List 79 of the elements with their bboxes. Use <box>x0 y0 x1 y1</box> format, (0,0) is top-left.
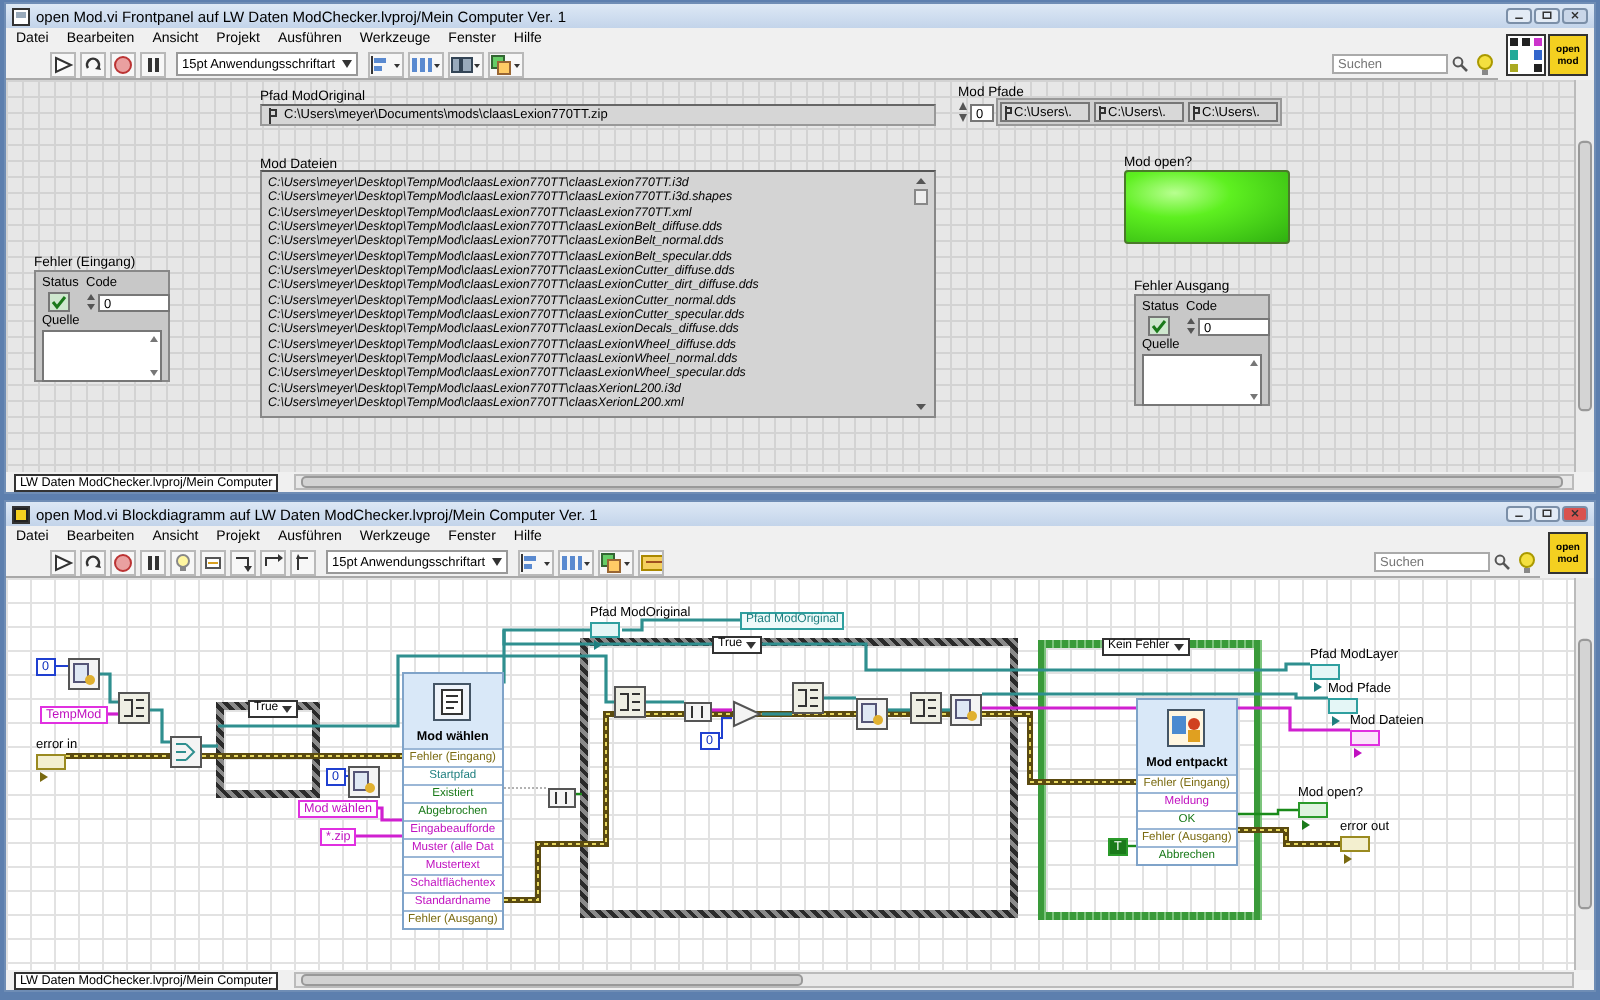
subvi-icon[interactable] <box>792 682 824 714</box>
help-icon[interactable] <box>1476 53 1494 75</box>
maximize-button[interactable] <box>1534 506 1560 522</box>
subvi-icon[interactable] <box>732 698 764 730</box>
connector-pane-icon <box>1506 33 1546 75</box>
caret-icon <box>341 60 352 68</box>
message-dialog-icon <box>1166 707 1207 747</box>
caret-icon <box>1173 642 1184 652</box>
search-icon[interactable] <box>1494 554 1510 570</box>
subvi-icon[interactable] <box>856 698 888 730</box>
scrollbar[interactable] <box>294 972 1574 988</box>
subvi-icon[interactable] <box>118 692 150 724</box>
scrollbar[interactable] <box>1574 578 1594 970</box>
reorder-icon[interactable] <box>597 549 634 575</box>
subvi-icon[interactable] <box>614 686 646 718</box>
wire <box>106 712 118 716</box>
arrow-icon <box>1314 682 1322 692</box>
pause-icon[interactable] <box>140 51 166 77</box>
scrollbar[interactable] <box>914 176 928 412</box>
resize-icon[interactable] <box>447 51 484 77</box>
close-button[interactable] <box>1562 506 1588 522</box>
wire <box>202 744 218 748</box>
subvi-icon[interactable] <box>950 694 982 726</box>
stop-icon[interactable] <box>110 549 136 575</box>
step-out-icon[interactable] <box>290 549 316 575</box>
wire <box>622 618 740 632</box>
folder-dialog-icon <box>432 681 473 721</box>
checkmark-icon <box>48 292 70 312</box>
wire <box>824 696 856 700</box>
source-field[interactable] <box>42 330 162 382</box>
path-icon <box>1098 105 1106 119</box>
wire <box>150 708 170 744</box>
subvi-icon[interactable] <box>548 782 580 814</box>
wire <box>646 700 684 704</box>
probe-icon[interactable] <box>200 549 226 575</box>
caret-icon <box>746 640 757 650</box>
arrow-icon <box>594 640 602 650</box>
caret-icon <box>282 704 293 714</box>
scrollbar[interactable] <box>1248 358 1260 402</box>
app-icon <box>12 7 30 25</box>
arrow-icon <box>1344 854 1352 864</box>
checkmark-icon <box>1148 316 1170 336</box>
path-icon <box>1192 105 1200 119</box>
app-icon <box>12 505 30 523</box>
spinner-icon[interactable] <box>958 100 968 124</box>
scrollbar[interactable] <box>294 474 1574 490</box>
arrow-icon <box>40 772 48 782</box>
subvi-icon[interactable] <box>348 766 380 798</box>
scrollbar[interactable] <box>148 334 160 378</box>
run-arrow-icon[interactable] <box>50 51 76 77</box>
stop-icon[interactable] <box>110 51 136 77</box>
step-over-icon[interactable] <box>260 549 286 575</box>
arrow-icon <box>1332 716 1340 726</box>
subvi-icon[interactable] <box>684 696 716 728</box>
align-icon[interactable] <box>367 51 404 77</box>
wire <box>65 753 171 759</box>
close-button[interactable] <box>1562 8 1588 24</box>
subvi-icon[interactable] <box>910 692 942 724</box>
subvi-icon[interactable] <box>170 736 202 768</box>
wire <box>352 834 402 838</box>
step-into-icon[interactable] <box>230 549 256 575</box>
reorder-icon[interactable] <box>487 51 524 77</box>
scrollbar[interactable] <box>1574 80 1594 472</box>
source-field[interactable] <box>1142 354 1262 406</box>
search-icon[interactable] <box>1452 56 1468 72</box>
cleanup-icon[interactable] <box>637 549 664 575</box>
arrow-icon <box>1302 820 1310 830</box>
wire <box>100 672 118 704</box>
subvi-icon[interactable] <box>68 658 100 690</box>
run-arrow-icon[interactable] <box>50 549 76 575</box>
arrow-icon <box>1354 748 1362 758</box>
path-icon <box>268 107 278 123</box>
help-icon[interactable] <box>1518 551 1536 573</box>
caret-icon <box>491 558 502 566</box>
path-icon <box>1004 105 1012 119</box>
maximize-button[interactable] <box>1534 8 1560 24</box>
led-indicator[interactable] <box>1124 170 1290 244</box>
pause-icon[interactable] <box>140 549 166 575</box>
align-icon[interactable] <box>517 549 554 575</box>
